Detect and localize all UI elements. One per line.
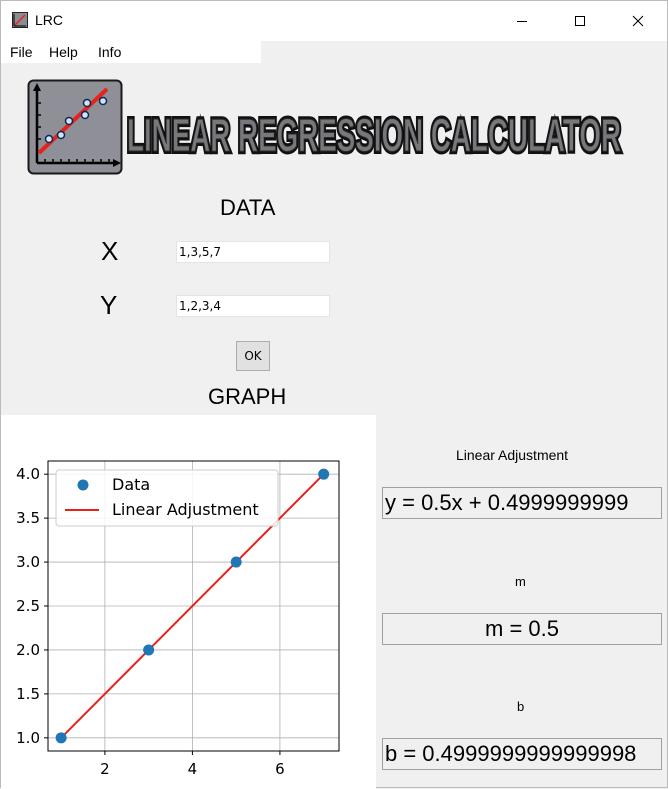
x-label: X [101, 236, 119, 266]
legend-data-label: Data [112, 475, 150, 494]
data-heading: DATA [220, 195, 276, 220]
x-tick-label: 2 [100, 760, 110, 778]
y-tick-label: 1.5 [16, 685, 40, 703]
y-label: Y [100, 290, 118, 320]
minimize-button[interactable] [493, 1, 551, 41]
window-title: LRC [35, 12, 64, 28]
data-point [318, 468, 330, 480]
data-point [55, 732, 67, 744]
y-tick-label: 1.0 [16, 729, 40, 747]
graph-heading: GRAPH [208, 384, 287, 409]
b-label: b [517, 699, 525, 714]
linear-adjustment-label: Linear Adjustment [456, 447, 569, 463]
regression-plot: 2 4 6 1.0 1.5 2.0 2.5 3.0 3.5 4.0 Data Linear Adjus… [16, 460, 340, 778]
equation-output: y = 0.5x + 0.4999999999 [382, 487, 662, 519]
m-label: m [515, 574, 526, 589]
logo-title: LINEAR REGRESSION CALCULATOR LINEAR REGR… [125, 106, 624, 157]
y-tick-label: 3.5 [16, 509, 40, 527]
y-tick-label: 3.0 [16, 553, 40, 571]
close-icon [632, 15, 644, 27]
ok-button[interactable]: OK [236, 341, 270, 371]
close-button[interactable] [609, 1, 667, 41]
x-tick-label: 6 [275, 760, 285, 778]
title-bar[interactable]: LRC [1, 1, 667, 41]
y-tick-label: 2.5 [16, 597, 40, 615]
m-output: m = 0.5 [382, 613, 662, 645]
y-values-input[interactable]: 1,2,3,4 [176, 295, 330, 317]
y-tick-label: 4.0 [16, 465, 40, 483]
y-tick-label: 2.0 [16, 641, 40, 659]
menu-bar-filler [261, 41, 667, 63]
x-tick-label: 4 [188, 760, 198, 778]
plot-panel: 2 4 6 1.0 1.5 2.0 2.5 3.0 3.5 4.0 Data Linear Adjus… [1, 415, 376, 789]
logo-chart-icon [27, 79, 123, 175]
data-point [143, 644, 155, 656]
menu-file[interactable]: File [10, 44, 33, 60]
maximize-icon [575, 16, 585, 26]
minimize-icon [517, 21, 527, 22]
menu-bar: File Help Info [1, 41, 261, 63]
legend-fit-label: Linear Adjustment [112, 500, 259, 519]
app-window: LRC File Help Info LINEAR REGRESSION CAL… [0, 0, 668, 789]
chart-app-icon [12, 12, 28, 28]
b-output: b = 0.4999999999999998 [382, 738, 662, 770]
maximize-button[interactable] [551, 1, 609, 41]
x-values-input[interactable]: 1,3,5,7 [176, 241, 330, 263]
chart-legend: Data Linear Adjustment [55, 469, 279, 527]
menu-info[interactable]: Info [98, 44, 121, 60]
menu-help[interactable]: Help [49, 44, 78, 60]
svg-text:LINEAR REGRESSION CALCULATOR: LINEAR REGRESSION CALCULATOR [127, 109, 621, 157]
legend-data-marker [77, 479, 89, 491]
data-point [230, 556, 242, 568]
